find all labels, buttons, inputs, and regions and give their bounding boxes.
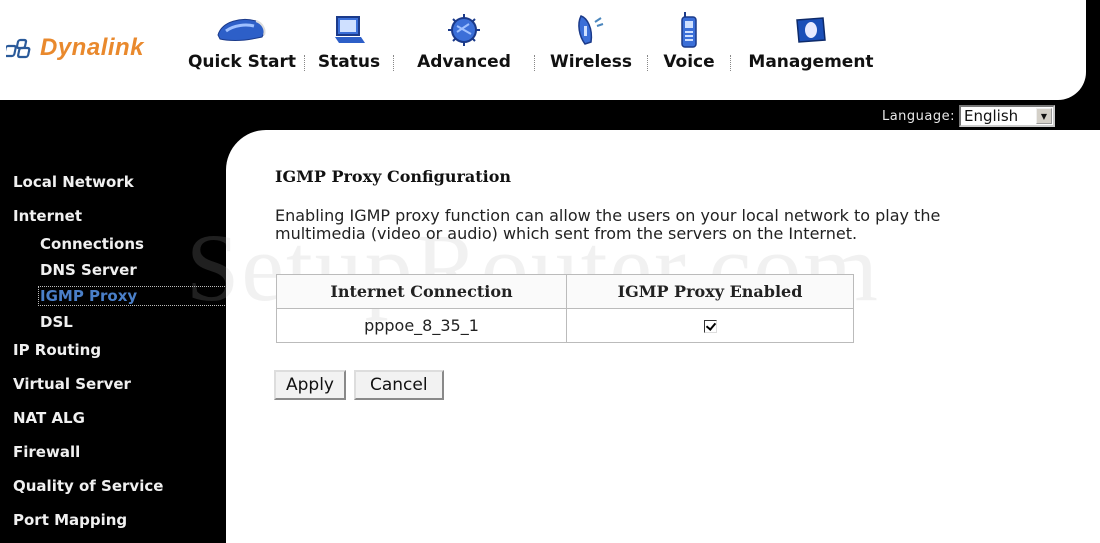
brand-name: Dynalink <box>40 34 145 61</box>
language-dropdown[interactable]: English ▼ <box>959 105 1055 127</box>
sidebar-item-firewall[interactable]: Firewall <box>0 440 225 474</box>
sidebar-item-dns-server[interactable]: DNS Server <box>0 260 225 286</box>
sidebar: Local Network Internet Connections DNS S… <box>0 170 225 542</box>
management-icon <box>793 12 829 48</box>
quick-start-icon <box>212 12 272 48</box>
sidebar-item-quality-of-service[interactable]: Quality of Service <box>0 474 225 508</box>
connection-name: pppoe_8_35_1 <box>276 308 567 343</box>
nav-voice[interactable]: Voice <box>648 0 730 100</box>
nav-label: Voice <box>663 52 715 72</box>
language-selector: Language: English ▼ <box>882 105 1055 127</box>
nav-label: Advanced <box>417 52 511 72</box>
page-description: Enabling IGMP proxy function can allow t… <box>275 206 941 243</box>
nav-label: Quick Start <box>187 52 297 72</box>
logo-mark-icon <box>6 38 31 59</box>
chevron-down-icon[interactable]: ▼ <box>1036 108 1052 124</box>
nav-status[interactable]: Status <box>305 0 393 100</box>
content-panel: SetupRouter.com IGMP Proxy Configuration… <box>186 130 1100 543</box>
nav-wireless[interactable]: Wireless <box>535 0 647 100</box>
header: Dynalink Quick Start Status Advanced Wir… <box>0 0 1086 100</box>
igmp-proxy-table: Internet Connection IGMP Proxy Enabled p… <box>276 274 854 343</box>
apply-button[interactable]: Apply <box>274 370 346 400</box>
enabled-cell <box>566 308 854 343</box>
table-row: pppoe_8_35_1 <box>276 308 854 343</box>
sidebar-item-dsl[interactable]: DSL <box>0 312 225 338</box>
nav-advanced[interactable]: Advanced <box>394 0 534 100</box>
nav-quick-start[interactable]: Quick Start <box>180 0 304 100</box>
sidebar-item-igmp-proxy[interactable]: IGMP Proxy <box>38 286 225 306</box>
nav-management[interactable]: Management <box>731 0 891 100</box>
igmp-enabled-checkbox[interactable] <box>703 320 717 333</box>
nav-label: Status <box>317 52 381 72</box>
sidebar-item-local-network[interactable]: Local Network <box>0 170 225 204</box>
advanced-chip-icon <box>444 12 484 48</box>
sidebar-item-nat-alg[interactable]: NAT ALG <box>0 406 225 440</box>
language-label: Language: <box>881 108 955 124</box>
sidebar-item-internet[interactable]: Internet <box>0 204 225 234</box>
nav-label: Management <box>748 52 874 72</box>
status-monitor-icon <box>331 12 367 48</box>
voice-phone-icon <box>677 12 701 48</box>
sidebar-item-port-mapping[interactable]: Port Mapping <box>0 508 225 542</box>
dynalink-logo[interactable]: Dynalink <box>6 34 144 62</box>
sidebar-item-virtual-server[interactable]: Virtual Server <box>0 372 225 406</box>
table-header-row: Internet Connection IGMP Proxy Enabled <box>276 274 854 309</box>
column-header: Internet Connection <box>276 274 567 309</box>
sidebar-item-connections[interactable]: Connections <box>0 234 225 260</box>
wireless-antenna-icon <box>573 12 609 48</box>
sidebar-item-ip-routing[interactable]: IP Routing <box>0 338 225 372</box>
page-title: IGMP Proxy Configuration <box>275 167 512 186</box>
top-nav: Quick Start Status Advanced Wireless Voi… <box>180 0 891 100</box>
language-value: English <box>964 107 1019 125</box>
cancel-button[interactable]: Cancel <box>354 370 444 400</box>
column-header: IGMP Proxy Enabled <box>566 274 854 309</box>
nav-label: Wireless <box>549 52 633 72</box>
